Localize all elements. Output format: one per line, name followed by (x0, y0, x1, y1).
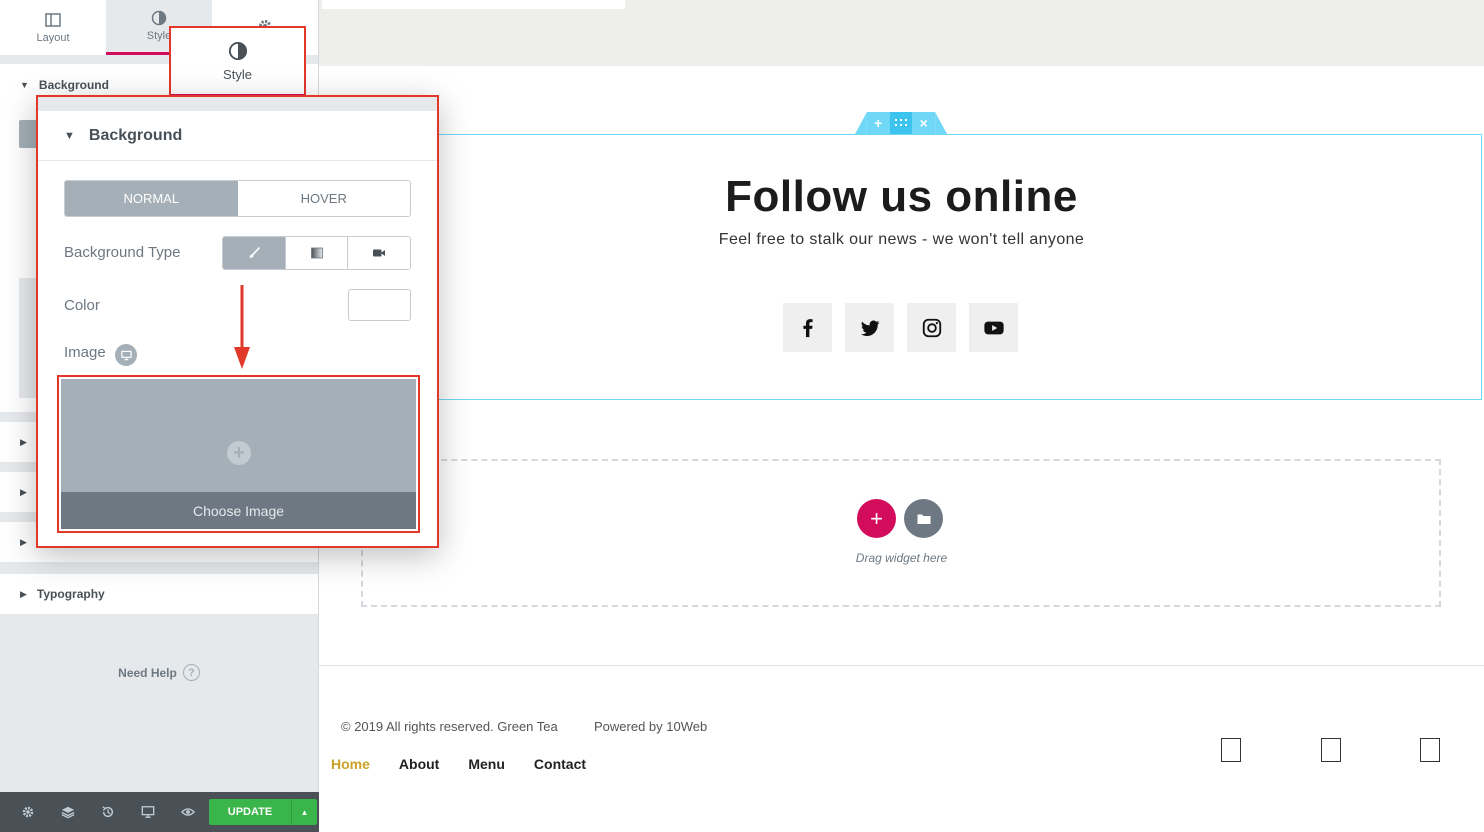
gear-icon (22, 806, 34, 818)
preview-button[interactable] (168, 792, 208, 832)
copyright-text: © 2019 All rights reserved. Green Tea (341, 719, 558, 734)
preview-canvas: + × Follow us online Feel free to stalk … (319, 0, 1484, 832)
top-band (319, 0, 1484, 66)
choose-image-button[interactable]: Choose Image (61, 492, 416, 529)
bg-type-classic[interactable] (223, 237, 286, 269)
widget-drop-zone[interactable] (361, 459, 1441, 607)
facebook-link[interactable] (783, 303, 832, 352)
delete-section-button[interactable]: × (912, 112, 936, 134)
need-help-label: Need Help (118, 665, 177, 680)
history-icon (102, 806, 114, 818)
video-camera-icon (373, 249, 386, 257)
drag-widget-hint: Drag widget here (855, 551, 948, 565)
history-button[interactable] (88, 792, 128, 832)
state-tabs: NORMAL HOVER (64, 180, 411, 217)
bg-type-gradient[interactable] (285, 237, 349, 269)
top-white-strip (322, 0, 625, 9)
missing-glyph-icon[interactable] (1420, 738, 1440, 762)
navigator-button[interactable] (48, 792, 88, 832)
update-button[interactable]: UPDATE (209, 799, 291, 825)
section-typography[interactable]: ▶ Typography (0, 574, 318, 614)
plus-circle-icon: + (227, 441, 251, 465)
image-picker[interactable]: + Choose Image (61, 379, 416, 529)
plus-icon: + (870, 505, 883, 531)
footer-nav: Home About Menu Contact (331, 756, 586, 772)
desktop-icon (120, 350, 132, 360)
layers-icon (61, 806, 75, 819)
handle-edge-right (935, 112, 947, 134)
responsive-toggle[interactable] (115, 344, 137, 366)
style-icon (151, 10, 167, 26)
responsive-button[interactable] (128, 792, 168, 832)
tab-normal[interactable]: NORMAL (65, 181, 238, 216)
section-typography-label: Typography (36, 587, 105, 601)
close-icon: × (919, 115, 928, 131)
caret-right-icon: ▶ (20, 536, 27, 547)
section-heading: Follow us online (725, 172, 1078, 221)
edit-section-button[interactable] (889, 112, 913, 134)
missing-glyph-icon[interactable] (1221, 738, 1241, 762)
section-subheading: Feel free to stalk our news - we won't t… (718, 231, 1085, 248)
style-icon (228, 41, 247, 60)
youtube-icon (983, 321, 1004, 334)
footer-nav-home[interactable]: Home (331, 756, 370, 772)
caret-right-icon: ▶ (20, 588, 27, 599)
caret-up-icon: ▲ (300, 807, 309, 817)
tab-layout-label: Layout (36, 31, 70, 44)
update-options-button[interactable]: ▲ (291, 799, 317, 825)
caret-down-icon: ▼ (64, 129, 75, 142)
add-section-button[interactable]: + (866, 112, 890, 134)
tab-layout[interactable]: Layout (0, 0, 106, 55)
background-type-label: Background Type (64, 244, 181, 261)
need-help-link[interactable]: Need Help ? (0, 664, 318, 681)
zoom-style-tab[interactable]: Style (169, 26, 306, 97)
image-label: Image (64, 344, 106, 361)
facebook-icon (802, 318, 813, 337)
add-widget-button[interactable]: + (857, 499, 896, 538)
instagram-link[interactable] (907, 303, 956, 352)
social-icons (783, 303, 1018, 352)
twitter-link[interactable] (845, 303, 894, 352)
color-picker[interactable] (348, 289, 411, 321)
tab-style-label: Style (146, 30, 172, 42)
plus-icon: + (874, 115, 883, 131)
handle-edge-left (855, 112, 867, 134)
zoom-style-label: Style (223, 66, 252, 82)
youtube-link[interactable] (969, 303, 1018, 352)
zoom-top-band (38, 97, 437, 111)
footer-nav-contact[interactable]: Contact (534, 756, 586, 772)
settings-button[interactable] (8, 792, 48, 832)
layout-icon (45, 12, 61, 27)
caret-right-icon: ▶ (20, 436, 27, 447)
caret-right-icon: ▶ (20, 486, 27, 497)
footer-nav-menu[interactable]: Menu (468, 756, 505, 772)
eye-icon (181, 808, 195, 816)
brush-icon (249, 246, 260, 258)
gradient-icon (310, 247, 323, 259)
arrow-down-icon (234, 285, 250, 369)
bg-type-video[interactable] (348, 237, 410, 269)
footer-nav-about[interactable]: About (399, 756, 439, 772)
missing-glyph-icon[interactable] (1321, 738, 1341, 762)
footer-divider (319, 665, 1484, 666)
color-label: Color (64, 297, 100, 314)
add-template-button[interactable] (904, 499, 943, 538)
section-handle: + × (855, 112, 947, 134)
twitter-icon (860, 320, 879, 336)
grid-dots-icon (895, 119, 907, 126)
desktop-icon (141, 806, 155, 818)
image-picker-highlight: + Choose Image (57, 375, 420, 533)
powered-by-text: Powered by 10Web (594, 719, 708, 734)
zoom-background-panel: ▼ Background NORMAL HOVER Background Typ… (36, 95, 439, 548)
instagram-icon (922, 318, 941, 337)
caret-down-icon: ▼ (20, 80, 29, 90)
section-background-label: Background (38, 78, 109, 92)
panel-footer: UPDATE ▲ (0, 792, 319, 832)
tab-hover[interactable]: HOVER (237, 181, 410, 216)
background-type-choices (222, 236, 411, 270)
zoom-section-title: Background (88, 126, 183, 144)
zoom-section-header[interactable]: ▼ Background (38, 111, 437, 161)
folder-icon (917, 514, 930, 524)
help-icon: ? (182, 664, 200, 681)
